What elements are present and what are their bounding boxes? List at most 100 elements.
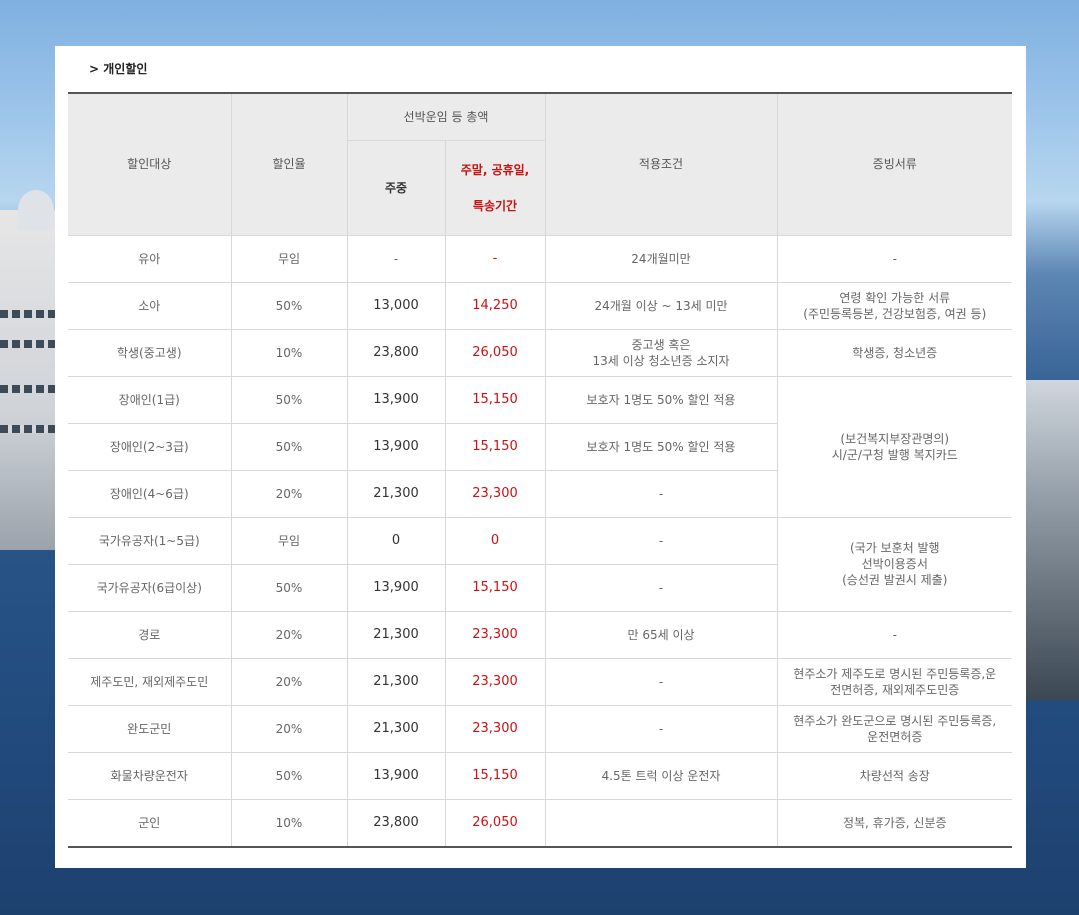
cell-documents: -	[776, 610, 1013, 659]
table-row: 화물차량운전자 50% 13,900 15,150 4.5톤 트럭 이상 운전자…	[68, 751, 1013, 800]
cell-weekend: 15,150	[444, 375, 546, 424]
cell-weekday: 21,300	[346, 657, 446, 706]
table-row: 군인 10% 23,800 26,050 정복, 휴가증, 신분증	[68, 798, 1013, 847]
cell-rate: 20%	[230, 704, 348, 753]
section-title: > 개인할인	[89, 62, 148, 76]
cell-rate: 50%	[230, 563, 348, 612]
cell-target: 화물차량운전자	[68, 751, 232, 800]
cell-weekend: 23,300	[444, 704, 546, 753]
cell-weekend: -	[444, 234, 546, 283]
cell-rate: 20%	[230, 657, 348, 706]
header-documents: 증빙서류	[776, 92, 1013, 236]
documents-line: (보건복지부장관명의)	[840, 431, 950, 446]
cell-weekend: 14,250	[444, 281, 546, 330]
cell-rate: 10%	[230, 798, 348, 847]
documents-line: 연령 확인 가능한 서류	[839, 290, 951, 305]
cell-rate: 50%	[230, 281, 348, 330]
cell-documents: 정복, 휴가증, 신분증	[776, 798, 1013, 847]
ship-windows	[0, 425, 60, 433]
table-row: 제주도민, 재외제주도민 20% 21,300 23,300 - 현주소가 제주…	[68, 657, 1013, 706]
discount-panel: > 개인할인 할인대상 할인율 선박운임 등 총액 적용조건 증빙서류 주중 주…	[55, 46, 1026, 868]
header-weekend-line1: 주말, 공휴일,	[460, 162, 530, 177]
condition-line: 중고생 혹은	[631, 337, 691, 352]
cell-weekend: 26,050	[444, 798, 546, 847]
documents-line: 전면허증, 재외제주도민증	[830, 682, 960, 697]
ship-radar-dome	[18, 190, 54, 230]
cell-rate: 10%	[230, 328, 348, 377]
table-row: 경로 20% 21,300 23,300 만 65세 이상 -	[68, 610, 1013, 659]
cell-condition: 24개월 이상 ~ 13세 미만	[544, 281, 778, 330]
cell-condition: 중고생 혹은 13세 이상 청소년증 소지자	[544, 328, 778, 377]
table-row: 장애인(1급) 50% 13,900 15,150 보호자 1명도 50% 할인…	[68, 375, 1013, 518]
cell-weekday: 13,900	[346, 375, 446, 424]
cell-documents: 현주소가 완도군으로 명시된 주민등록증, 운전면허증	[776, 704, 1013, 753]
cell-weekday: -	[346, 234, 446, 283]
header-weekend-line2: 특송기간	[472, 198, 518, 213]
cell-condition	[544, 798, 778, 847]
table-row: 완도군민 20% 21,300 23,300 - 현주소가 완도군으로 명시된 …	[68, 704, 1013, 753]
cell-documents: -	[776, 234, 1013, 283]
cell-target: 완도군민	[68, 704, 232, 753]
documents-line: 선박이용증서	[861, 557, 928, 571]
cell-condition: 보호자 1명도 50% 할인 적용	[544, 375, 778, 424]
cell-weekend: 23,300	[444, 469, 546, 518]
cell-condition: -	[544, 704, 778, 753]
documents-line: (승선권 발권시 제출)	[842, 573, 948, 587]
cell-condition: 보호자 1명도 50% 할인 적용	[544, 422, 778, 471]
cell-rate: 20%	[230, 610, 348, 659]
cell-rate: 50%	[230, 751, 348, 800]
cell-target: 유아	[68, 234, 232, 283]
cell-documents-disabled: (보건복지부장관명의) 시/군/구청 발행 복지카드	[776, 375, 1013, 518]
cell-documents: 현주소가 제주도로 명시된 주민등록증,운 전면허증, 재외제주도민증	[776, 657, 1013, 706]
cell-rate: 20%	[230, 469, 348, 518]
cell-weekday: 21,300	[346, 469, 446, 518]
cell-rate: 무임	[230, 516, 348, 565]
header-weekend: 주말, 공휴일, 특송기간	[444, 139, 546, 236]
table-row: 국가유공자(1~5급) 무임 0 0 - (국가 보훈처 발행 선박이용증서 (…	[68, 516, 1013, 612]
ship-windows	[0, 340, 60, 348]
header-rate: 할인율	[230, 92, 348, 236]
cell-target: 학생(중고생)	[68, 328, 232, 377]
cell-target: 소아	[68, 281, 232, 330]
cell-weekend: 0	[444, 516, 546, 565]
cell-target: 국가유공자(1~5급)	[68, 516, 232, 565]
ship-windows	[0, 385, 60, 393]
cell-condition: -	[544, 516, 778, 565]
cell-documents: 연령 확인 가능한 서류 (주민등록등본, 건강보험증, 여권 등)	[776, 281, 1013, 330]
table-row: 유아 무임 - - 24개월미만 -	[68, 234, 1013, 283]
cell-condition: -	[544, 657, 778, 706]
cell-weekend: 15,150	[444, 751, 546, 800]
cell-documents: 차량선적 송장	[776, 751, 1013, 800]
cell-documents: 학생증, 청소년증	[776, 328, 1013, 377]
cell-condition: 만 65세 이상	[544, 610, 778, 659]
cell-weekday: 13,900	[346, 751, 446, 800]
header-target: 할인대상	[68, 92, 232, 236]
documents-line: (국가 보훈처 발행	[849, 541, 940, 555]
header-total-fare: 선박운임 등 총액	[346, 92, 546, 141]
cell-weekday: 13,900	[346, 563, 446, 612]
condition-line: 13세 이상 청소년증 소지자	[592, 353, 730, 368]
header-weekday: 주중	[347, 139, 446, 236]
cell-weekday: 13,900	[346, 422, 446, 471]
documents-line: 현주소가 완도군으로 명시된 주민등록증,	[793, 713, 997, 728]
documents-line: 운전면허증	[867, 729, 923, 744]
cell-documents-merit: (국가 보훈처 발행 선박이용증서 (승선권 발권시 제출)	[776, 516, 1013, 612]
cell-weekend: 15,150	[444, 422, 546, 471]
cell-target: 경로	[68, 610, 232, 659]
table-row: 학생(중고생) 10% 23,800 26,050 중고생 혹은 13세 이상 …	[68, 328, 1013, 377]
cell-weekday: 23,800	[346, 798, 446, 847]
cell-target: 군인	[68, 798, 232, 847]
cell-weekend: 15,150	[444, 563, 546, 612]
cell-weekday: 0	[346, 516, 446, 565]
cell-weekday: 23,800	[346, 328, 446, 377]
cell-target: 장애인(4~6급)	[68, 469, 232, 518]
documents-line: (주민등록등본, 건강보험증, 여권 등)	[803, 306, 987, 321]
documents-line: 현주소가 제주도로 명시된 주민등록증,운	[793, 666, 997, 681]
cell-target: 제주도민, 재외제주도민	[68, 657, 232, 706]
cell-weekend: 26,050	[444, 328, 546, 377]
documents-line: 시/군/구청 발행 복지카드	[831, 447, 958, 462]
cell-rate: 무임	[230, 234, 348, 283]
background-pier	[1024, 380, 1079, 700]
discount-table: 할인대상 할인율 선박운임 등 총액 적용조건 증빙서류 주중 주말, 공휴일,…	[68, 92, 1013, 848]
cell-target: 국가유공자(6급이상)	[68, 563, 232, 612]
